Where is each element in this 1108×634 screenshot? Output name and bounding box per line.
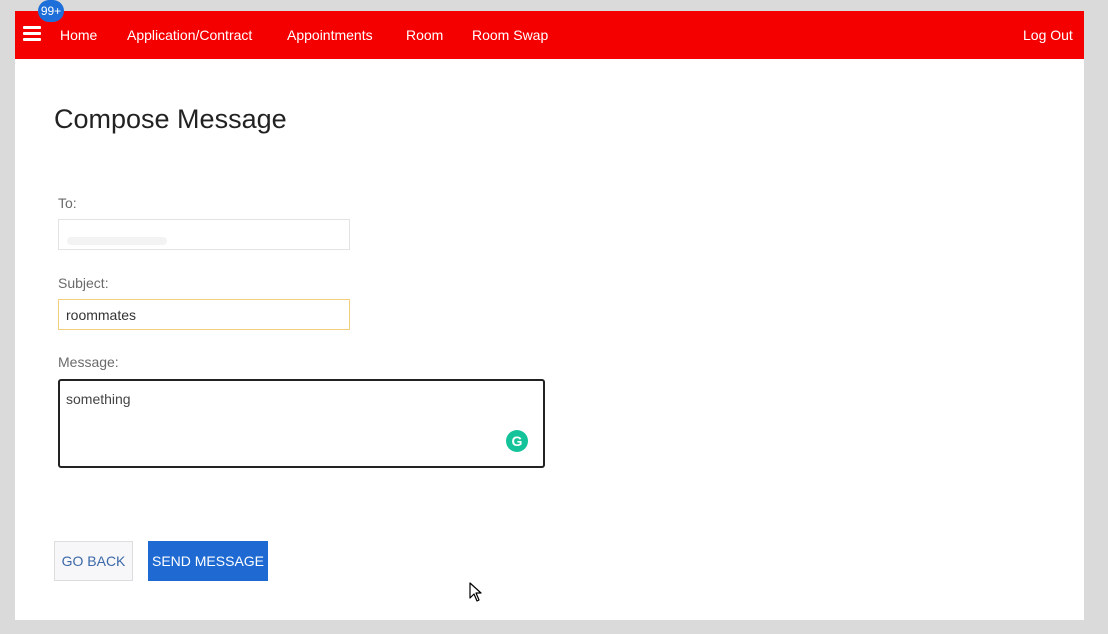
hamburger-menu-icon[interactable]: [23, 26, 41, 42]
mouse-pointer-icon: [469, 582, 482, 602]
go-back-button[interactable]: GO BACK: [54, 541, 133, 581]
page-title: Compose Message: [54, 104, 287, 134]
app-window: Home Application/Contract Appointments R…: [15, 11, 1084, 620]
logout-link[interactable]: Log Out: [1023, 11, 1073, 59]
nav-room[interactable]: Room: [406, 11, 443, 59]
top-navbar: Home Application/Contract Appointments R…: [15, 11, 1084, 59]
nav-appointments[interactable]: Appointments: [287, 11, 373, 59]
nav-room-swap[interactable]: Room Swap: [472, 11, 548, 59]
notification-badge[interactable]: 99+: [38, 0, 64, 22]
grammarly-icon[interactable]: G: [506, 430, 528, 452]
subject-label: Subject:: [58, 275, 109, 291]
to-label: To:: [58, 195, 77, 211]
nav-home[interactable]: Home: [60, 11, 97, 59]
to-field[interactable]: [58, 219, 350, 250]
subject-field[interactable]: [58, 299, 350, 330]
to-recipient-redacted: [67, 237, 167, 245]
send-message-button[interactable]: SEND MESSAGE: [148, 541, 268, 581]
message-label: Message:: [58, 354, 119, 370]
message-textarea[interactable]: something: [58, 379, 545, 468]
nav-application-contract[interactable]: Application/Contract: [127, 11, 252, 59]
